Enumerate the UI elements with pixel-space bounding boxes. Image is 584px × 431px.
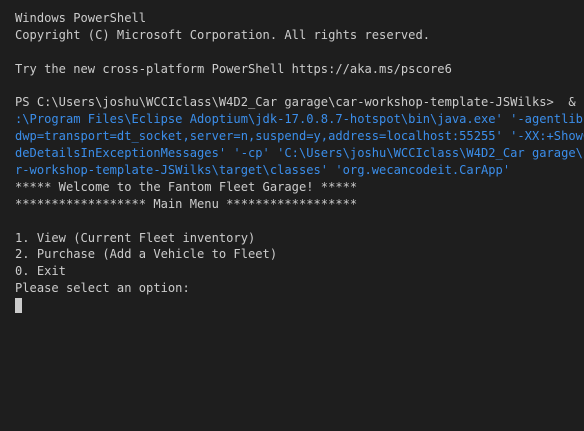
command-line-4: deDetailsInExceptionMessages' '-cp' 'C:\… bbox=[15, 146, 584, 161]
text-cursor[interactable] bbox=[15, 298, 22, 314]
select-option-prompt: Please select an option: bbox=[15, 281, 190, 296]
command-line-2: :\Program Files\Eclipse Adoptium\jdk-17.… bbox=[15, 112, 584, 127]
menu-option-exit: 0. Exit bbox=[15, 264, 66, 279]
menu-option-purchase: 2. Purchase (Add a Vehicle to Fleet) bbox=[15, 247, 278, 262]
menu-option-view: 1. View (Current Fleet inventory) bbox=[15, 230, 256, 245]
command-line-3: dwp=transport=dt_socket,server=n,suspend… bbox=[15, 129, 584, 144]
powershell-title-line: Windows PowerShell bbox=[15, 11, 147, 25]
command-line-1: PS C:\Users\joshu\WCCIclass\W4D2_Car gar… bbox=[15, 94, 584, 111]
terminal-window[interactable]: Windows PowerShell Copyright (C) Microso… bbox=[0, 0, 584, 431]
pscore-tip-line: Try the new cross-platform PowerShell ht… bbox=[15, 61, 452, 76]
welcome-banner: ***** Welcome to the Fantom Fleet Garage… bbox=[15, 179, 358, 194]
input-line[interactable] bbox=[15, 297, 584, 314]
command-line-5: r-workshop-template-JSWilks\target\class… bbox=[15, 163, 511, 178]
copyright-line: Copyright (C) Microsoft Corporation. All… bbox=[15, 27, 431, 42]
main-menu-header: ****************** Main Menu ***********… bbox=[15, 196, 358, 211]
ps-prompt: PS C:\Users\joshu\WCCIclass\W4D2_Car gar… bbox=[15, 95, 583, 110]
